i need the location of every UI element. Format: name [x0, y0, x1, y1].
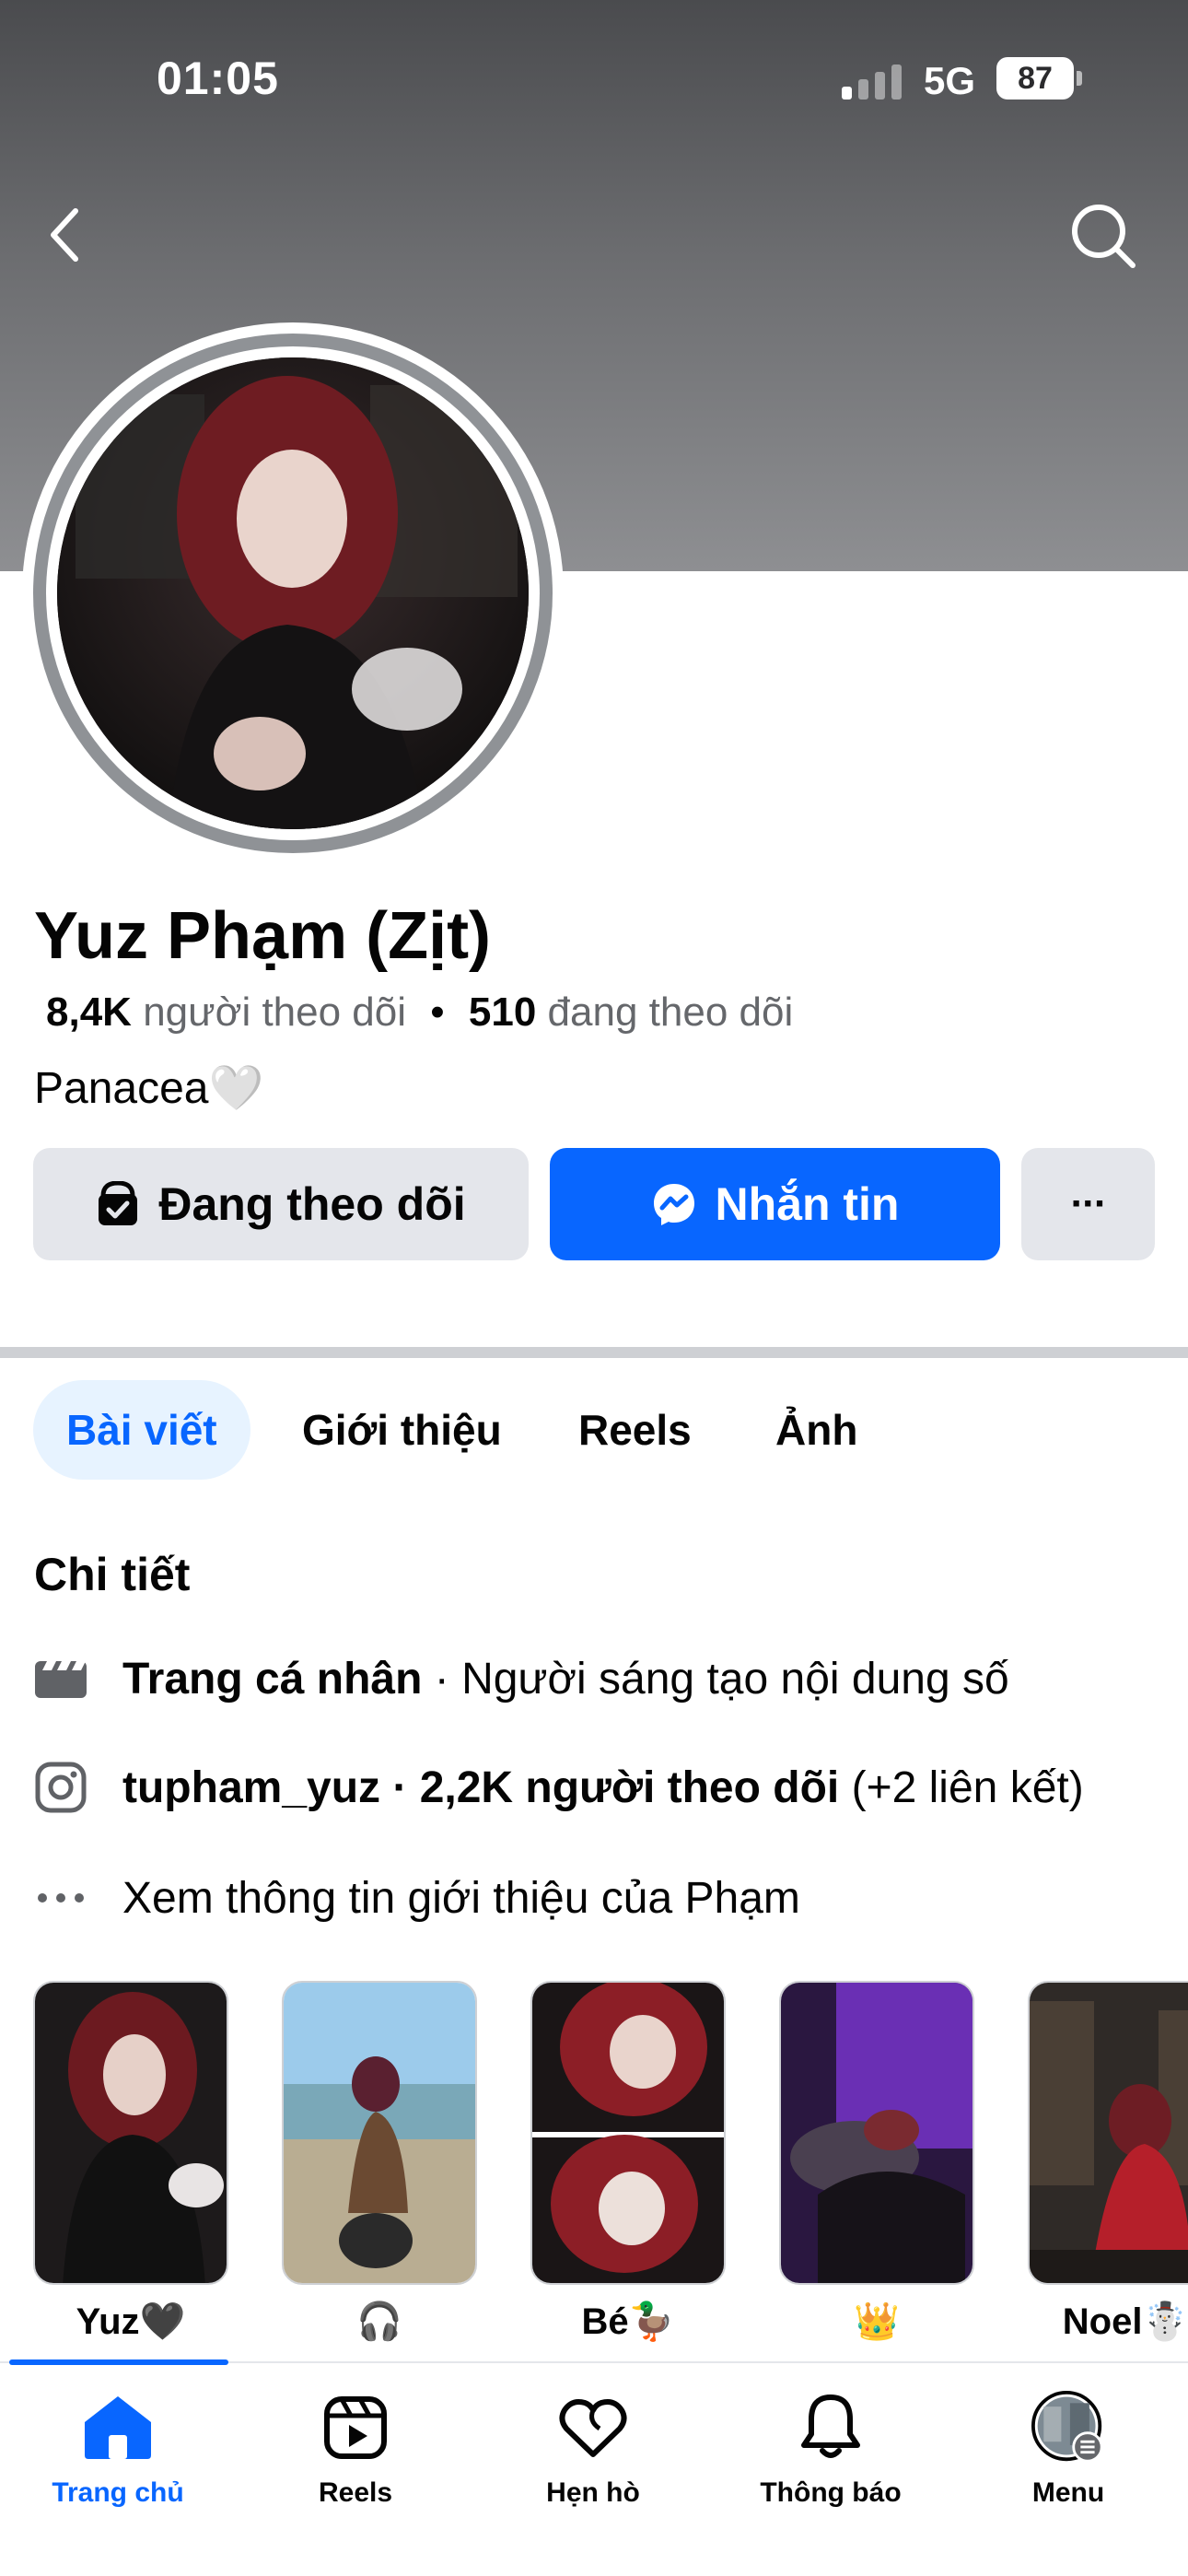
nav-home-label: Trang chủ — [52, 2477, 184, 2508]
more-dots-icon — [34, 1871, 87, 1925]
section-divider — [0, 1347, 1188, 1358]
profile-name: Yuz Phạm (Zịt) — [34, 899, 492, 973]
nav-notifications-label: Thông báo — [760, 2477, 902, 2508]
status-time: 01:05 — [157, 53, 279, 104]
status-bar: 01:05 5G 87 — [0, 0, 1188, 157]
detail-instagram-rest[interactable]: (+2 liên kết) — [839, 1763, 1084, 1812]
story-caption: Noel☃️ — [1062, 2301, 1188, 2342]
stats-separator: • — [430, 989, 445, 1035]
following-button[interactable]: Đang theo dõi — [33, 1148, 529, 1260]
story-highlight[interactable]: 👑 — [779, 1981, 974, 2349]
detail-row-profile-type: Trang cá nhân · Người sáng tạo nội dung … — [0, 1642, 1188, 1715]
search-icon[interactable] — [1068, 201, 1138, 271]
back-arrow-icon[interactable] — [37, 198, 92, 272]
network-type: 5G — [924, 59, 976, 102]
nav-reels-label: Reels — [318, 2477, 393, 2508]
detail-see-about-text[interactable]: Xem thông tin giới thiệu của Phạm — [122, 1874, 800, 1923]
signal-icon — [842, 64, 902, 100]
details-title: Chi tiết — [34, 1549, 191, 1600]
detail-profile-rest: · Người sáng tạo nội dung số — [422, 1654, 1009, 1704]
story-thumbnail — [282, 1981, 477, 2285]
story-caption: 🎧 — [356, 2301, 402, 2342]
detail-profile-bold: Trang cá nhân — [122, 1654, 423, 1704]
story-highlight[interactable]: Bé🦆 — [530, 1981, 726, 2349]
detail-row-instagram[interactable]: tupham_yuz · 2,2K người theo dõi (+2 liê… — [0, 1751, 1188, 1824]
profile-bio: Panacea🤍 — [34, 1064, 264, 1113]
following-count[interactable]: 510 — [469, 989, 536, 1035]
following-check-icon — [99, 1181, 138, 1225]
home-icon — [81, 2391, 155, 2465]
bell-icon — [794, 2391, 868, 2465]
tab-about[interactable]: Giới thiệu — [302, 1380, 502, 1480]
story-thumbnail — [1028, 1981, 1188, 2285]
story-caption: 👑 — [854, 2301, 900, 2342]
followers-label[interactable]: người theo dõi — [143, 989, 406, 1035]
story-thumbnail — [530, 1981, 726, 2285]
nav-dating-label: Hẹn hò — [546, 2477, 640, 2508]
more-dots-icon: ··· — [1070, 1181, 1108, 1226]
bottom-navigation: Trang chủ Reels Hẹn hò Thông báo Menu — [0, 2359, 1188, 2576]
dating-heart-icon — [556, 2391, 630, 2465]
message-button[interactable]: Nhắn tin — [550, 1148, 1000, 1260]
battery-level: 87 — [996, 57, 1074, 100]
reels-icon — [319, 2391, 392, 2465]
story-caption: Bé🦆 — [581, 2301, 675, 2342]
active-tab-indicator — [9, 2359, 228, 2365]
menu-avatar-icon — [1031, 2391, 1105, 2465]
more-options-button[interactable]: ··· — [1021, 1148, 1155, 1260]
tab-posts[interactable]: Bài viết — [33, 1380, 250, 1480]
avatar-photo — [57, 357, 529, 829]
nav-menu-label: Menu — [1031, 2477, 1105, 2508]
story-highlight[interactable]: Yuz🖤 — [33, 1981, 228, 2349]
detail-row-see-about[interactable]: Xem thông tin giới thiệu của Phạm — [0, 1861, 1188, 1935]
instagram-icon — [34, 1761, 87, 1814]
story-highlight[interactable]: Noel☃️ — [1028, 1981, 1188, 2349]
follow-stats: 8,4K người theo dõi • 510 đang theo dõi — [46, 989, 793, 1036]
story-thumbnail — [779, 1981, 974, 2285]
tab-reels[interactable]: Reels — [578, 1380, 692, 1480]
battery-icon: 87 — [996, 57, 1082, 100]
featured-stories: Yuz🖤 🎧 Bé🦆 👑 Noel☃️ — [0, 1981, 1188, 2349]
profile-tabs: Bài viết Giới thiệu Reels Ảnh — [0, 1380, 1188, 1481]
story-highlight[interactable]: 🎧 — [282, 1981, 477, 2349]
profile-avatar[interactable] — [22, 322, 564, 864]
messenger-icon — [653, 1184, 694, 1225]
story-caption: Yuz🖤 — [76, 2301, 186, 2342]
nav-home[interactable]: Trang chủ — [7, 2391, 228, 2509]
followers-count[interactable]: 8,4K — [46, 989, 132, 1035]
message-button-label: Nhắn tin — [715, 1178, 900, 1230]
following-label[interactable]: đang theo dõi — [548, 989, 794, 1035]
nav-menu[interactable]: Menu — [958, 2391, 1179, 2509]
detail-instagram-bold[interactable]: tupham_yuz · 2,2K người theo dõi — [122, 1763, 839, 1812]
nav-dating[interactable]: Hẹn hò — [483, 2391, 704, 2509]
story-thumbnail — [33, 1981, 228, 2285]
tab-photos[interactable]: Ảnh — [775, 1380, 857, 1480]
following-button-label: Đang theo dõi — [158, 1178, 466, 1230]
nav-notifications[interactable]: Thông báo — [720, 2391, 941, 2509]
profile-page-icon — [34, 1652, 87, 1705]
nav-reels[interactable]: Reels — [245, 2391, 466, 2509]
